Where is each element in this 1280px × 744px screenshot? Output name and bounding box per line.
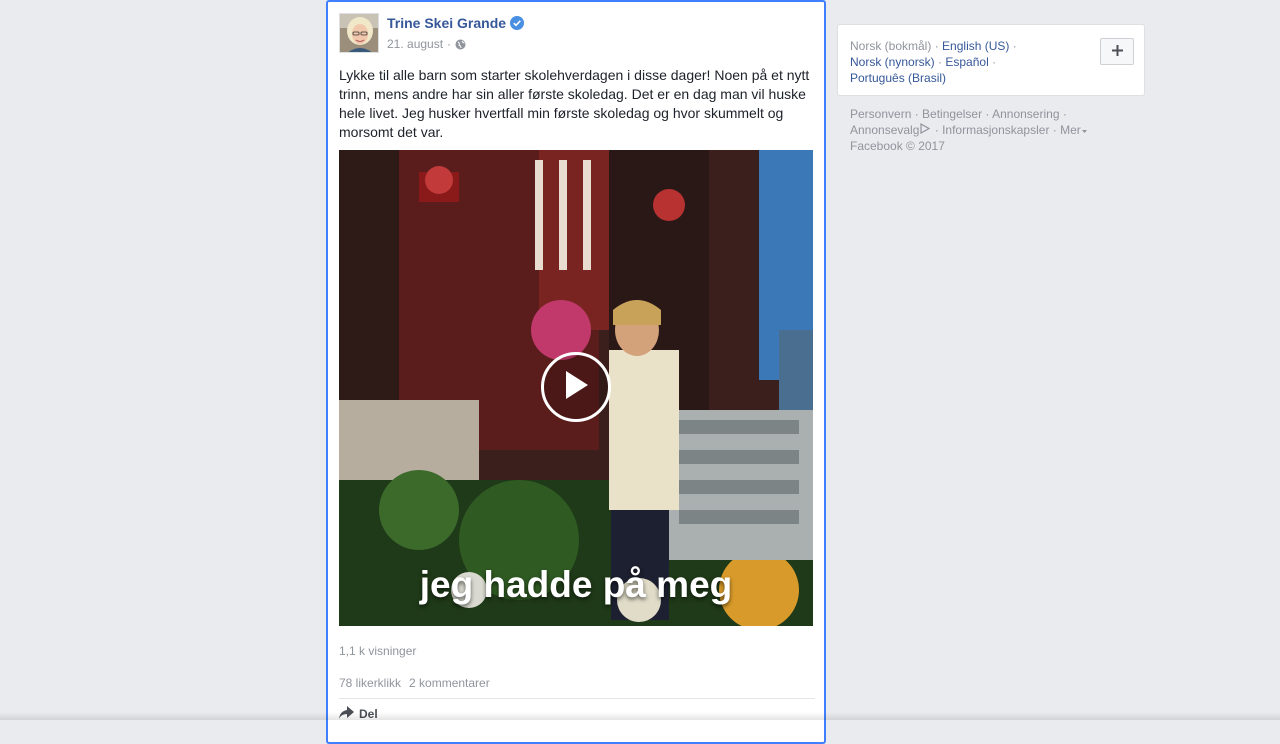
footer-link-betingelser[interactable]: Betingelser [922, 107, 982, 121]
post-meta: 21. august · [387, 37, 466, 51]
author-name-text[interactable]: Trine Skei Grande [387, 15, 506, 31]
footer-link-informasjonskapsler[interactable]: Informasjonskapsler [942, 123, 1049, 137]
language-list: Norsk (bokmål) · English (US) · Norsk (n… [850, 38, 1090, 86]
reaction-stats: 78 likerklikk 2 kommentarer [339, 676, 490, 690]
more-languages-button[interactable] [1100, 38, 1134, 65]
globe-icon[interactable] [455, 39, 466, 50]
language-espanol[interactable]: Español [945, 55, 988, 69]
footer-link-annonsering[interactable]: Annonsering [992, 107, 1059, 121]
language-selector: Norsk (bokmål) · English (US) · Norsk (n… [837, 24, 1145, 96]
meta-separator: · [447, 37, 452, 51]
language-sep: · [1012, 39, 1017, 53]
plus-icon [1111, 43, 1123, 61]
video-caption: jeg hadde på meg [419, 564, 733, 605]
footer-link-mer[interactable]: Mer [1060, 123, 1081, 137]
likes-count[interactable]: 78 likerklikk [339, 676, 401, 690]
language-portugues-brasil[interactable]: Português (Brasil) [850, 71, 946, 85]
post-date[interactable]: 21. august [387, 37, 443, 51]
language-english-us[interactable]: English (US) [942, 39, 1009, 53]
caret-down-icon [1081, 123, 1088, 137]
page-footer: Personvern · Betingelser · Annonsering ·… [850, 106, 1140, 154]
language-sep: · [992, 55, 997, 69]
language-norsk-nynorsk[interactable]: Norsk (nynorsk) [850, 55, 935, 69]
video-player[interactable]: jeg hadde på meg [339, 150, 813, 626]
post-text: Lykke til alle barn som starter skolehve… [339, 67, 810, 140]
current-language: Norsk (bokmål) [850, 39, 932, 53]
language-sep: · [938, 55, 943, 69]
play-icon [563, 370, 589, 405]
post-card: Trine Skei Grande 21. august · Lykke til… [326, 0, 826, 744]
copyright: Facebook © 2017 [850, 139, 945, 153]
language-sep: · [934, 39, 939, 53]
author-name[interactable]: Trine Skei Grande [387, 15, 525, 31]
action-divider [339, 698, 815, 699]
author-avatar[interactable] [339, 13, 379, 53]
footer-link-personvern[interactable]: Personvern [850, 107, 911, 121]
view-count: 1,1 k visninger [339, 644, 417, 658]
comments-count[interactable]: 2 kommentarer [409, 676, 490, 690]
verified-badge-icon [510, 16, 525, 30]
footer-link-annonsevalg[interactable]: Annonsevalg [850, 123, 919, 137]
bottom-edge-shadow [0, 712, 1280, 720]
adchoices-icon [919, 122, 931, 137]
play-button[interactable] [541, 352, 611, 422]
